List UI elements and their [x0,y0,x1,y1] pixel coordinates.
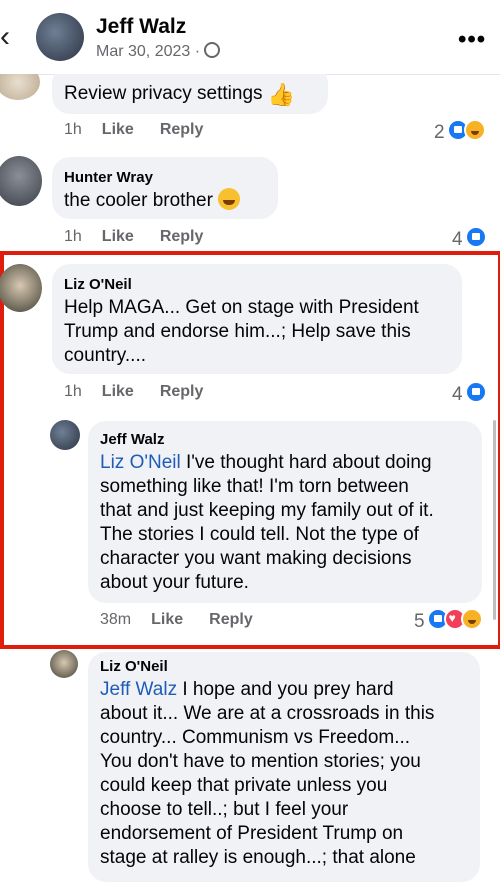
haha-reaction-icon [460,608,483,630]
avatar[interactable] [36,13,84,61]
avatar[interactable] [0,264,42,312]
avatar[interactable] [0,156,42,206]
reply-button[interactable]: Reply [160,121,204,138]
comment-text: Liz O'Neil I've thought hard about doing… [100,451,434,595]
reaction-count[interactable]: 4 [452,226,487,251]
comment-line: The stories I could tell. Not the type o… [100,524,419,545]
comment-author[interactable]: Liz O'Neil [64,276,132,293]
reaction-count[interactable]: 4 [452,381,487,406]
thumbs-up-icon: 👍 [267,82,296,107]
like-button[interactable]: Like [102,383,134,400]
comment-time: 1h [64,228,82,245]
like-button[interactable]: Like [151,611,183,628]
comment-line: choose to tell..; but I feel your [100,799,349,820]
comment-line: endorsement of President Trump on [100,823,404,844]
comment-line: stage at ralley is enough...; that alone [100,847,416,868]
comment-time: 38m [100,611,132,628]
like-button[interactable]: Like [102,121,134,138]
reaction-count[interactable]: 5 [414,608,483,633]
reply-button[interactable]: Reply [160,228,204,245]
scrollbar[interactable] [493,420,496,620]
comment-actions: 38m Like Reply [100,611,279,629]
comment-line: could keep that private unless you [100,775,388,796]
like-reaction-icon [464,381,487,403]
comment-line: You don't have to mention stories; you [100,751,421,772]
more-icon[interactable]: ••• [458,26,486,54]
like-button[interactable]: Like [102,228,134,245]
avatar[interactable] [50,420,80,450]
comment-line: country... Communism vs Freedom... [100,727,411,748]
comment-text: Jeff Walz I hope and you prey hard about… [100,678,434,870]
haha-reaction-icon [463,119,486,141]
comment-author[interactable]: Liz O'Neil [100,658,168,675]
reply-button[interactable]: Reply [209,611,253,628]
comment-time: 1h [64,121,82,138]
comment-line: that and just keeping my family out of i… [100,500,434,521]
comment-line: country.... [64,345,147,366]
comment-line: Jeff Walz I hope and you prey hard [100,679,394,700]
mention-link[interactable]: Liz O'Neil [100,452,181,473]
comment-line: Liz O'Neil I've thought hard about doing [100,452,432,473]
comment-line: Trump and endorse him...; Help save this [64,321,411,342]
comment-text: the cooler brother [64,188,241,213]
comment-line: character you want making decisions [100,548,412,569]
laughing-emoji-icon [218,188,241,210]
comment-line: something like that! I'm torn between [100,476,409,497]
reply-button[interactable]: Reply [160,383,204,400]
post-date: Mar 30, 2023 · [96,42,221,61]
avatar[interactable] [50,650,78,678]
comment-line: about your future. [100,572,249,593]
like-reaction-icon [464,226,487,248]
chevron-left-icon[interactable]: ‹ [0,22,10,52]
comment-actions: 1h Like Reply [64,121,229,139]
post-author-name[interactable]: Jeff Walz [96,15,186,39]
comment-line: about it... We are at a crossroads in th… [100,703,435,724]
comment-text: Review privacy settings 👍 [64,82,296,107]
comment-author[interactable]: Hunter Wray [64,169,153,186]
comment-text: Help MAGA... Get on stage with President… [64,296,419,368]
comment-line: Help MAGA... Get on stage with President [64,297,419,318]
comment-author[interactable]: Jeff Walz [100,431,164,448]
mention-link[interactable]: Jeff Walz [100,679,177,700]
post-header: ‹ Jeff Walz Mar 30, 2023 · ••• [0,0,500,74]
globe-icon [204,42,221,58]
comment-time: 1h [64,383,82,400]
comment-actions: 1h Like Reply [64,383,229,401]
comment-actions: 1h Like Reply [64,228,229,246]
reaction-count[interactable]: 2 [434,119,486,144]
